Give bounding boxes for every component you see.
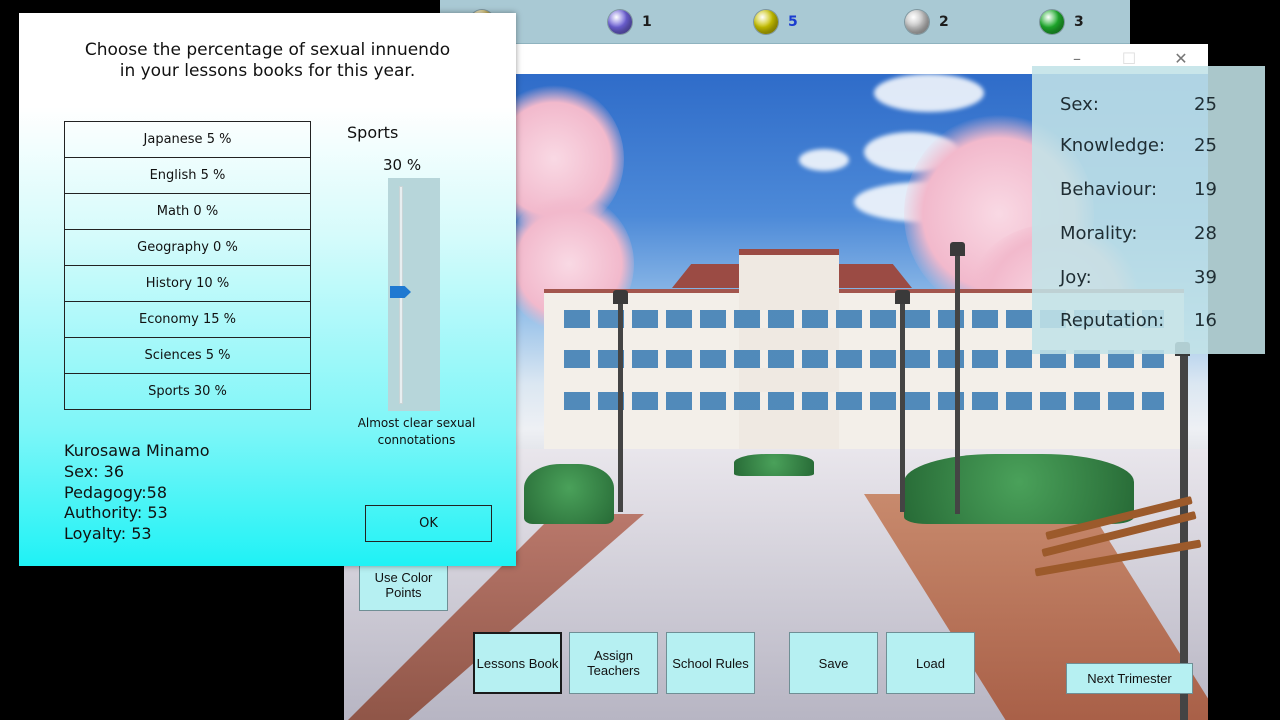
use-color-points-button[interactable]: Use Color Points (359, 559, 448, 611)
street-lamp (950, 242, 965, 514)
lessons-book-button[interactable]: Lessons Book (473, 632, 562, 694)
slider-value-label: 30 % (383, 156, 422, 174)
stat-knowledge: Knowledge: 25 (1060, 135, 1250, 159)
school-rules-button[interactable]: School Rules (666, 632, 755, 694)
blue-orb-count: 1 (642, 14, 652, 30)
stat-morality: Morality: 28 (1060, 223, 1250, 247)
slider-thumb[interactable] (390, 286, 411, 298)
stat-value: 39 (1194, 267, 1217, 288)
green-orb-icon (1040, 10, 1064, 34)
teacher-info: Kurosawa Minamo Sex: 36 Pedagogy:58 Auth… (64, 441, 210, 545)
dialog-title: Choose the percentage of sexual innuendo… (84, 40, 451, 81)
white-orb-icon (905, 10, 929, 34)
subject-button-english[interactable]: English 5 % (64, 157, 311, 194)
subject-button-history[interactable]: History 10 % (64, 265, 311, 302)
stat-label: Morality: (1060, 223, 1138, 244)
save-button[interactable]: Save (789, 632, 878, 694)
stat-sex: Sex: 25 (1060, 94, 1250, 118)
next-trimester-button[interactable]: Next Trimester (1066, 663, 1193, 694)
slider-subject-label: Sports (347, 123, 399, 142)
street-lamp (613, 290, 628, 512)
stat-value: 25 (1194, 135, 1217, 156)
subject-button-economy[interactable]: Economy 15 % (64, 301, 311, 338)
stat-label: Knowledge: (1060, 135, 1166, 156)
stat-value: 25 (1194, 94, 1217, 115)
street-lamp (895, 290, 910, 512)
teacher-name: Kurosawa Minamo (64, 441, 210, 460)
teacher-pedagogy: Pedagogy:58 (64, 482, 168, 502)
resource-orb-blue: 1 (608, 9, 652, 35)
subject-button-japanese[interactable]: Japanese 5 % (64, 121, 311, 158)
subject-button-geography[interactable]: Geography 0 % (64, 229, 311, 266)
hedge (734, 454, 814, 476)
window-row (564, 392, 1164, 410)
stat-behaviour: Behaviour: 19 (1060, 179, 1250, 203)
slider-description: Almost clear sexual connotations (357, 416, 476, 447)
cloud (874, 74, 984, 112)
school-tower (739, 249, 839, 449)
stat-value: 28 (1194, 223, 1217, 244)
stat-label: Behaviour: (1060, 179, 1158, 200)
stat-joy: Joy: 39 (1060, 267, 1250, 291)
school-stats-panel: Sex: 25 Knowledge: 25 Behaviour: 19 Mora… (1032, 66, 1265, 354)
white-orb-count: 2 (939, 14, 949, 30)
innuendo-slider[interactable] (388, 178, 440, 411)
resource-orb-yellow: 5 (754, 9, 798, 35)
stat-value: 19 (1194, 179, 1217, 200)
subject-button-sciences[interactable]: Sciences 5 % (64, 337, 311, 374)
stat-label: Sex: (1060, 94, 1099, 115)
stat-value: 16 (1194, 310, 1217, 331)
yellow-orb-count: 5 (788, 14, 798, 30)
teacher-authority: Authority: 53 (64, 503, 168, 523)
stat-label: Joy: (1060, 267, 1092, 288)
teacher-loyalty: Loyalty: 53 (64, 524, 152, 544)
subject-list: Japanese 5 % English 5 % Math 0 % Geogra… (64, 121, 311, 410)
load-button[interactable]: Load (886, 632, 975, 694)
subject-button-sports[interactable]: Sports 30 % (64, 373, 311, 410)
park-bench (1034, 494, 1204, 584)
subject-button-math[interactable]: Math 0 % (64, 193, 311, 230)
stat-label: Reputation: (1060, 310, 1165, 331)
yellow-orb-icon (754, 10, 778, 34)
ok-button[interactable]: OK (365, 505, 492, 542)
resource-bar: 0 1 5 2 3 (440, 0, 1130, 44)
hedge (524, 464, 614, 524)
blue-orb-icon (608, 10, 632, 34)
assign-teachers-button[interactable]: Assign Teachers (569, 632, 658, 694)
lessons-book-dialog: Choose the percentage of sexual innuendo… (19, 13, 516, 566)
green-orb-count: 3 (1074, 14, 1084, 30)
cloud (799, 149, 849, 171)
teacher-sex: Sex: 36 (64, 461, 125, 481)
resource-orb-white: 2 (905, 9, 949, 35)
resource-orb-green: 3 (1040, 9, 1084, 35)
stat-reputation: Reputation: 16 (1060, 310, 1250, 334)
